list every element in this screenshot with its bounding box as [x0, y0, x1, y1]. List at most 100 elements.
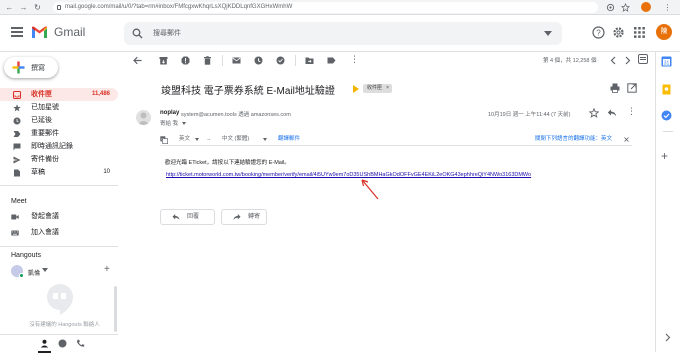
add-contact-icon[interactable]: + — [104, 264, 110, 275]
forward-button[interactable]: 轉寄 — [221, 209, 267, 225]
hide-side-panel-icon[interactable] — [664, 333, 671, 342]
move-to-icon[interactable] — [305, 56, 314, 65]
gmail-logo-icon[interactable] — [31, 26, 48, 39]
sidebar-item-label: 已加星號 — [31, 104, 59, 111]
extension-icon[interactable] — [606, 3, 615, 12]
sidebar-scrollbar[interactable] — [114, 286, 117, 332]
target-language-dropdown-icon[interactable] — [263, 138, 267, 141]
compose-button[interactable]: 撰寫 — [4, 57, 58, 78]
delete-icon[interactable] — [203, 56, 212, 65]
input-tools-icon[interactable] — [638, 54, 648, 64]
labels-icon[interactable] — [327, 56, 336, 65]
main-menu-icon[interactable] — [11, 27, 23, 37]
sender-name[interactable]: noplay — [160, 110, 179, 116]
forward-icon[interactable]: → — [19, 3, 28, 12]
sidebar-item-label: 重要郵件 — [31, 130, 59, 137]
important-marker-icon[interactable] — [353, 85, 359, 93]
meet-new-meeting[interactable]: 發起會議 — [0, 210, 118, 223]
hangouts-chat-icon[interactable] — [58, 339, 67, 348]
calendar-icon[interactable]: 31 — [661, 56, 672, 67]
hangouts-empty-text: 沒有建議的 Hangouts 聯絡人 — [29, 322, 100, 328]
get-addons-icon[interactable]: + — [661, 150, 668, 162]
recipient-line[interactable]: 寄給 我 — [160, 119, 186, 127]
profile-icon[interactable] — [641, 2, 651, 12]
browser-menu-icon[interactable]: ⋮ — [663, 3, 672, 12]
archive-icon[interactable] — [159, 56, 168, 65]
translate-direction-arrow: → — [206, 136, 212, 142]
toolbar-divider — [222, 55, 223, 66]
sidebar-item-chats[interactable]: 即時通訊記錄 — [0, 140, 118, 153]
svg-text:31: 31 — [664, 61, 670, 67]
sidebar-item-label: 草稿 — [31, 169, 45, 176]
sidebar-item-drafts[interactable]: 草稿 10 — [0, 166, 118, 178]
report-spam-icon[interactable] — [181, 56, 190, 65]
bookmark-star-icon[interactable] — [621, 3, 630, 12]
settings-gear-icon[interactable] — [612, 26, 625, 39]
more-actions-icon[interactable]: ⋮ — [350, 54, 359, 64]
sidebar-item-sent[interactable]: 寄件備份 — [0, 153, 118, 166]
sidebar-item-important[interactable]: 重要郵件 — [0, 127, 118, 140]
search-bar[interactable]: 搜尋郵件 — [124, 22, 562, 45]
account-avatar[interactable]: 陳 — [656, 24, 672, 40]
translate-icon: G — [160, 136, 168, 144]
newer-chevron-icon[interactable] — [610, 56, 617, 65]
star-toggle-icon[interactable] — [589, 108, 599, 118]
sidebar-item-starred[interactable]: 已加星號 — [0, 101, 118, 114]
compose-label: 撰寫 — [31, 65, 45, 72]
meet-section-title: Meet — [11, 198, 27, 205]
tasks-icon[interactable] — [661, 110, 672, 121]
source-language-dropdown-icon[interactable] — [195, 138, 199, 141]
search-options-icon[interactable] — [544, 31, 552, 36]
older-chevron-icon[interactable] — [624, 56, 631, 65]
snooze-icon[interactable] — [254, 56, 263, 65]
label-chip-text: 收件匣 — [367, 85, 383, 91]
meet-item-label: 加入會議 — [31, 229, 59, 236]
reply-button[interactable]: 回覆 — [160, 209, 215, 225]
help-icon[interactable]: ? — [592, 26, 605, 39]
pagination-count: 第 4 個，共 12,258 個 — [543, 58, 597, 64]
meet-join-meeting[interactable]: 加入會議 — [0, 226, 118, 239]
source-language[interactable]: 英文 — [179, 134, 190, 145]
details-dropdown-icon[interactable] — [181, 122, 186, 126]
gmail-header: Gmail 搜尋郵件 ? 陳 — [0, 15, 680, 52]
url-text: mail.google.com/mail/u/0/?tab=rm#inbox/F… — [65, 4, 293, 10]
keep-icon[interactable] — [661, 84, 672, 95]
meet-item-label: 發起會議 — [31, 213, 59, 220]
hangouts-user-name[interactable]: 凱倫 — [28, 268, 40, 277]
search-input[interactable]: 搜尋郵件 — [153, 28, 181, 38]
address-bar[interactable]: mail.google.com/mail/u/0/?tab=rm#inbox/F… — [53, 2, 598, 13]
reload-icon[interactable]: ↻ — [33, 3, 42, 12]
gmail-wordmark[interactable]: Gmail — [54, 25, 85, 39]
translate-settings-icon[interactable] — [624, 137, 629, 142]
open-new-window-icon[interactable] — [627, 83, 637, 93]
sidebar-item-inbox[interactable]: 收件匣 11,486 — [0, 88, 118, 101]
target-language[interactable]: 中文 (繁體) — [222, 134, 249, 145]
sender-avatar[interactable] — [136, 110, 151, 125]
person-icon[interactable] — [40, 339, 49, 348]
turn-off-translation-link[interactable]: 關閉下列語言的翻譯功能：英文 — [535, 134, 612, 145]
sidebar-item-snoozed[interactable]: 已延後 — [0, 114, 118, 127]
default-avatar-icon — [137, 112, 150, 125]
search-icon[interactable] — [132, 28, 143, 39]
send-icon — [13, 156, 21, 164]
verification-link[interactable]: http://ticket.motorworld.com.tw/booking/… — [166, 172, 531, 178]
hangouts-placeholder-icon — [47, 284, 73, 315]
translate-message-link[interactable]: 翻譯郵件 — [278, 134, 300, 145]
phone-icon[interactable] — [76, 339, 85, 348]
hangouts-user-avatar[interactable] — [11, 265, 24, 278]
message-more-icon[interactable]: ⋮ — [627, 106, 636, 117]
print-icon[interactable] — [610, 83, 620, 93]
mark-unread-icon[interactable] — [232, 56, 241, 65]
hangouts-bottom-bar — [0, 334, 118, 353]
apps-grid-icon[interactable] — [633, 26, 646, 39]
remove-label-icon[interactable]: × — [386, 84, 389, 93]
reply-button-label: 回覆 — [187, 214, 200, 220]
sidebar-item-label: 即時通訊記錄 — [31, 143, 73, 150]
email-body-text: 歡迎光臨 ETicket，請按以下連結驗證您的 E-Mail。 — [165, 160, 290, 166]
status-dropdown-icon[interactable] — [42, 268, 48, 272]
back-to-inbox-icon[interactable] — [133, 56, 142, 65]
add-to-tasks-icon[interactable] — [276, 56, 285, 65]
reply-icon[interactable] — [607, 108, 617, 118]
chat-icon — [13, 143, 21, 151]
back-icon[interactable]: ← — [5, 3, 14, 12]
